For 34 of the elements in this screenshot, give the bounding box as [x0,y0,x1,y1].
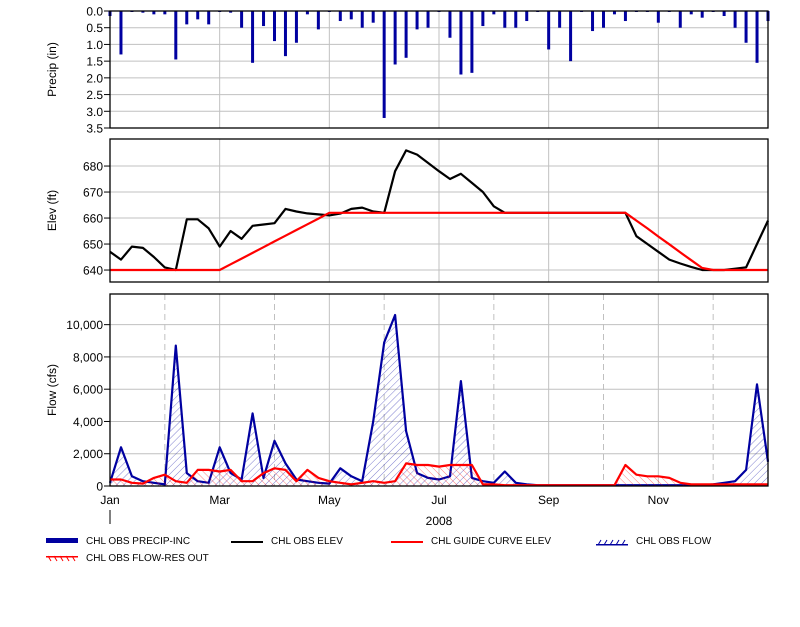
axis-tick-label: Jan [100,493,120,507]
axis-tick-label: 0.5 [86,21,103,36]
axis-tick-label: Nov [648,493,669,507]
axis-tick-label: Sep [538,493,560,507]
axis-tick-label: 10,000 [66,318,103,332]
axis-tick-label: 680 [82,160,103,174]
legend-label: CHL OBS FLOW-RES OUT [86,553,209,564]
axis-tick-label: 2.5 [86,88,103,102]
axis-tick-label: May [318,493,341,507]
legend-label: CHL GUIDE CURVE ELEV [431,536,552,547]
axis-title: 2008 [426,514,452,528]
axis-tick-label: 2,000 [72,447,103,462]
axis-tick-label: 3.0 [86,104,103,119]
legend-label: CHL OBS ELEV [271,536,343,547]
axis-tick-label: 670 [82,186,103,200]
axis-tick-label: Mar [209,493,230,507]
axis-tick-label: 650 [82,238,103,252]
axis-tick-label: 8,000 [72,350,103,364]
legend-label: CHL OBS FLOW [636,536,712,547]
axis-tick-label: 0.0 [86,4,103,18]
axis-tick-label: 0 [96,480,103,494]
axis-title: Flow (cfs) [45,364,59,416]
axis-tick-label: 6,000 [72,382,103,397]
axis-tick-label: Jul [431,493,447,507]
legend-label: CHL OBS PRECIP-INC [86,536,190,547]
axis-tick-label: 640 [82,264,103,278]
axis-title: Precip (in) [45,42,59,97]
axis-tick-label: 4,000 [72,414,103,429]
axis-tick-label: 1.0 [86,38,103,52]
axis-tick-label: 3.5 [86,122,103,134]
axis-tick-label: 660 [82,212,103,226]
axis-tick-label: 1.5 [86,54,103,69]
axis-tick-label: 2.0 [86,71,103,86]
axis-title: Elev (ft) [45,190,59,232]
